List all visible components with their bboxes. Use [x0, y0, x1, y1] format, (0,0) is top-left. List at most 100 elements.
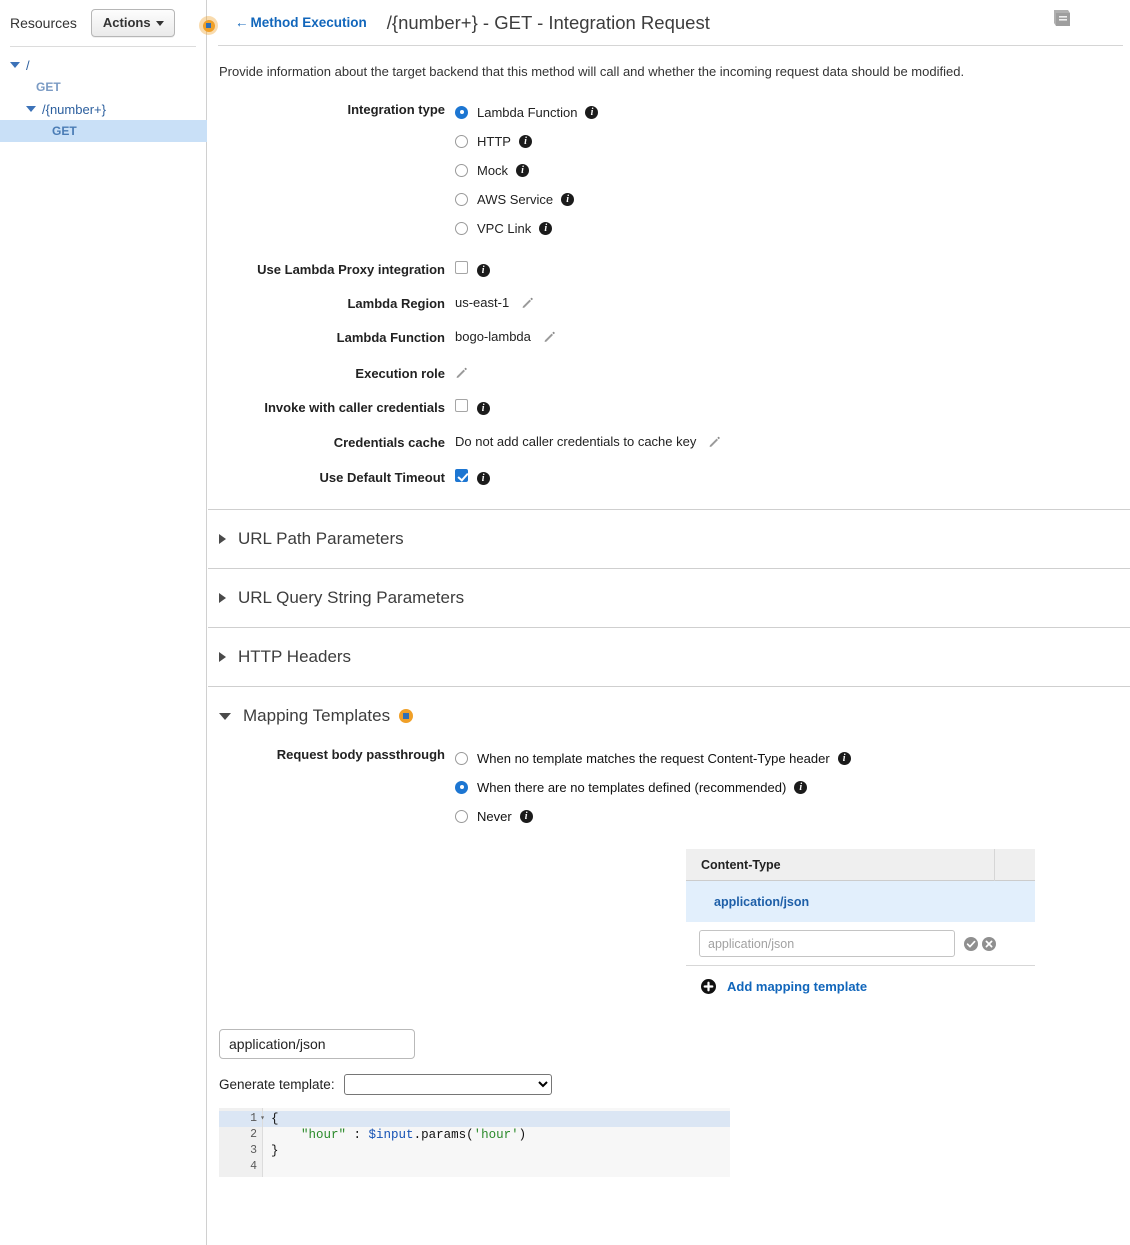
pencil-icon[interactable] — [521, 296, 534, 309]
info-icon[interactable]: i — [519, 809, 533, 823]
actions-button-label: Actions — [102, 15, 151, 30]
radio-no-template-matches[interactable] — [455, 751, 468, 765]
chevron-down-icon[interactable] — [219, 712, 231, 720]
table-row[interactable]: application/json — [686, 881, 1035, 923]
chevron-right-icon[interactable] — [219, 593, 226, 604]
checkbox-lambda-proxy[interactable] — [455, 261, 468, 275]
section-http-headers: HTTP Headers — [208, 627, 1130, 686]
info-icon[interactable]: i — [518, 134, 532, 148]
info-icon[interactable]: i — [476, 402, 490, 416]
page-header: ← Method Execution /{number+} - GET - Int… — [208, 0, 1130, 45]
radio-option-lambda-function[interactable]: Lambda Function i — [455, 101, 1130, 123]
chevron-down-icon[interactable] — [26, 106, 36, 112]
tree-item-root[interactable]: / — [0, 54, 207, 76]
pencil-icon[interactable] — [543, 330, 556, 343]
radio-label: VPC Link — [477, 220, 532, 236]
radio-label: Lambda Function — [477, 104, 578, 120]
radio-option-http[interactable]: HTTP i — [455, 130, 1130, 152]
section-header-url-query-string-parameters[interactable]: URL Query String Parameters — [208, 569, 1130, 627]
integration-type-label: Integration type — [347, 102, 445, 118]
lambda-proxy-row: Use Lambda Proxy integration i — [208, 261, 1130, 278]
radio-never[interactable] — [455, 809, 468, 823]
radio-option-no-template-matches[interactable]: When no template matches the request Con… — [455, 747, 1130, 769]
section-url-query-string-parameters: URL Query String Parameters — [208, 568, 1130, 627]
section-header-http-headers[interactable]: HTTP Headers — [208, 628, 1130, 686]
section-header-mapping-templates[interactable]: Mapping Templates — [208, 687, 1130, 745]
chevron-down-icon[interactable] — [10, 62, 20, 68]
actions-button[interactable]: Actions — [90, 9, 175, 37]
code-token: : — [346, 1128, 369, 1143]
tree-item-number[interactable]: /{number+} — [0, 98, 207, 120]
section-header-url-path-parameters[interactable]: URL Path Parameters — [208, 510, 1130, 568]
credentials-cache-value: Do not add caller credentials to cache k… — [455, 434, 697, 450]
add-mapping-template-link[interactable]: Add mapping template — [727, 979, 867, 994]
radio-option-never[interactable]: Never i — [455, 805, 1130, 827]
info-icon[interactable]: i — [585, 105, 599, 119]
template-editor: Generate template: 1 2 3 4 { "hour" : — [219, 1029, 1130, 1178]
tree-item-root-get[interactable]: GET — [0, 76, 207, 98]
section-title: URL Query String Parameters — [238, 588, 465, 608]
code-token: .params( — [413, 1128, 474, 1143]
info-icon[interactable]: i — [561, 192, 575, 206]
plus-circle-icon[interactable] — [701, 979, 716, 995]
code-editor[interactable]: 1 2 3 4 { "hour" : $input.params('hour')… — [219, 1108, 730, 1178]
tree-item-number-get[interactable]: GET — [0, 120, 207, 142]
lambda-region-value: us-east-1 — [455, 295, 510, 311]
book-icon[interactable] — [1051, 8, 1073, 28]
integration-type-row: Integration type Lambda Function i HTTP … — [208, 101, 1130, 239]
section-url-path-parameters: URL Path Parameters — [208, 509, 1130, 568]
info-icon[interactable]: i — [837, 751, 851, 765]
radio-option-vpc-link[interactable]: VPC Link i — [455, 217, 1130, 239]
lambda-function-value: bogo-lambda — [455, 329, 531, 345]
content-type-link[interactable]: application/json — [714, 895, 809, 909]
content-type-table: Content-Type application/json applicatio… — [686, 848, 1035, 1007]
radio-label: When there are no templates defined (rec… — [477, 779, 787, 795]
info-icon[interactable]: i — [794, 780, 808, 794]
code-token: { — [271, 1112, 279, 1127]
lambda-function-label: Lambda Function — [336, 330, 445, 346]
checkbox-caller-credentials[interactable] — [455, 399, 468, 413]
radio-option-no-templates-defined[interactable]: When there are no templates defined (rec… — [455, 776, 1130, 798]
code-editor-gutter: 1 2 3 4 — [219, 1108, 265, 1178]
add-mapping-template-row[interactable]: Add mapping template — [686, 966, 1035, 1007]
column-header-actions — [994, 848, 1035, 881]
code-line: { — [263, 1111, 730, 1128]
pencil-icon[interactable] — [455, 366, 468, 379]
radio-http[interactable] — [455, 134, 468, 148]
page-title: /{number+} - GET - Integration Request — [386, 11, 710, 33]
chevron-right-icon[interactable] — [219, 652, 226, 663]
radio-no-templates-defined[interactable] — [455, 780, 468, 794]
radio-mock[interactable] — [455, 163, 468, 177]
template-name-input[interactable] — [219, 1029, 415, 1060]
radio-vpc-link[interactable] — [455, 221, 468, 235]
info-icon[interactable]: i — [539, 221, 553, 235]
content-type-input[interactable] — [699, 930, 955, 958]
caller-credentials-label: Invoke with caller credentials — [264, 400, 445, 416]
generate-template-row: Generate template: — [219, 1074, 1130, 1096]
radio-aws-service[interactable] — [455, 192, 468, 206]
generate-template-select[interactable] — [343, 1074, 552, 1096]
radio-lambda-function[interactable] — [455, 105, 468, 119]
back-to-method-execution-link[interactable]: ← Method Execution — [235, 15, 367, 30]
code-editor-content[interactable]: { "hour" : $input.params('hour') } — [263, 1108, 730, 1177]
credentials-cache-row: Credentials cache Do not add caller cred… — [208, 434, 1130, 450]
request-body-passthrough-label: Request body passthrough — [276, 747, 445, 763]
chevron-right-icon[interactable] — [219, 534, 226, 545]
radio-label: When no template matches the request Con… — [477, 750, 830, 766]
info-icon[interactable]: i — [476, 472, 490, 486]
info-icon[interactable]: i — [476, 264, 490, 278]
column-header-content-type: Content-Type — [701, 857, 781, 872]
x-circle-icon[interactable] — [982, 936, 996, 951]
check-circle-icon[interactable] — [964, 936, 978, 951]
info-icon[interactable]: i — [516, 163, 530, 177]
pencil-icon[interactable] — [708, 435, 721, 448]
back-link-label: Method Execution — [250, 15, 367, 30]
sidebar-divider — [10, 46, 196, 47]
radio-option-mock[interactable]: Mock i — [455, 159, 1130, 181]
radio-option-aws-service[interactable]: AWS Service i — [455, 188, 1130, 210]
tree-item-label: GET — [52, 124, 77, 138]
checkbox-default-timeout[interactable] — [455, 469, 468, 483]
execution-role-label: Execution role — [355, 366, 445, 382]
